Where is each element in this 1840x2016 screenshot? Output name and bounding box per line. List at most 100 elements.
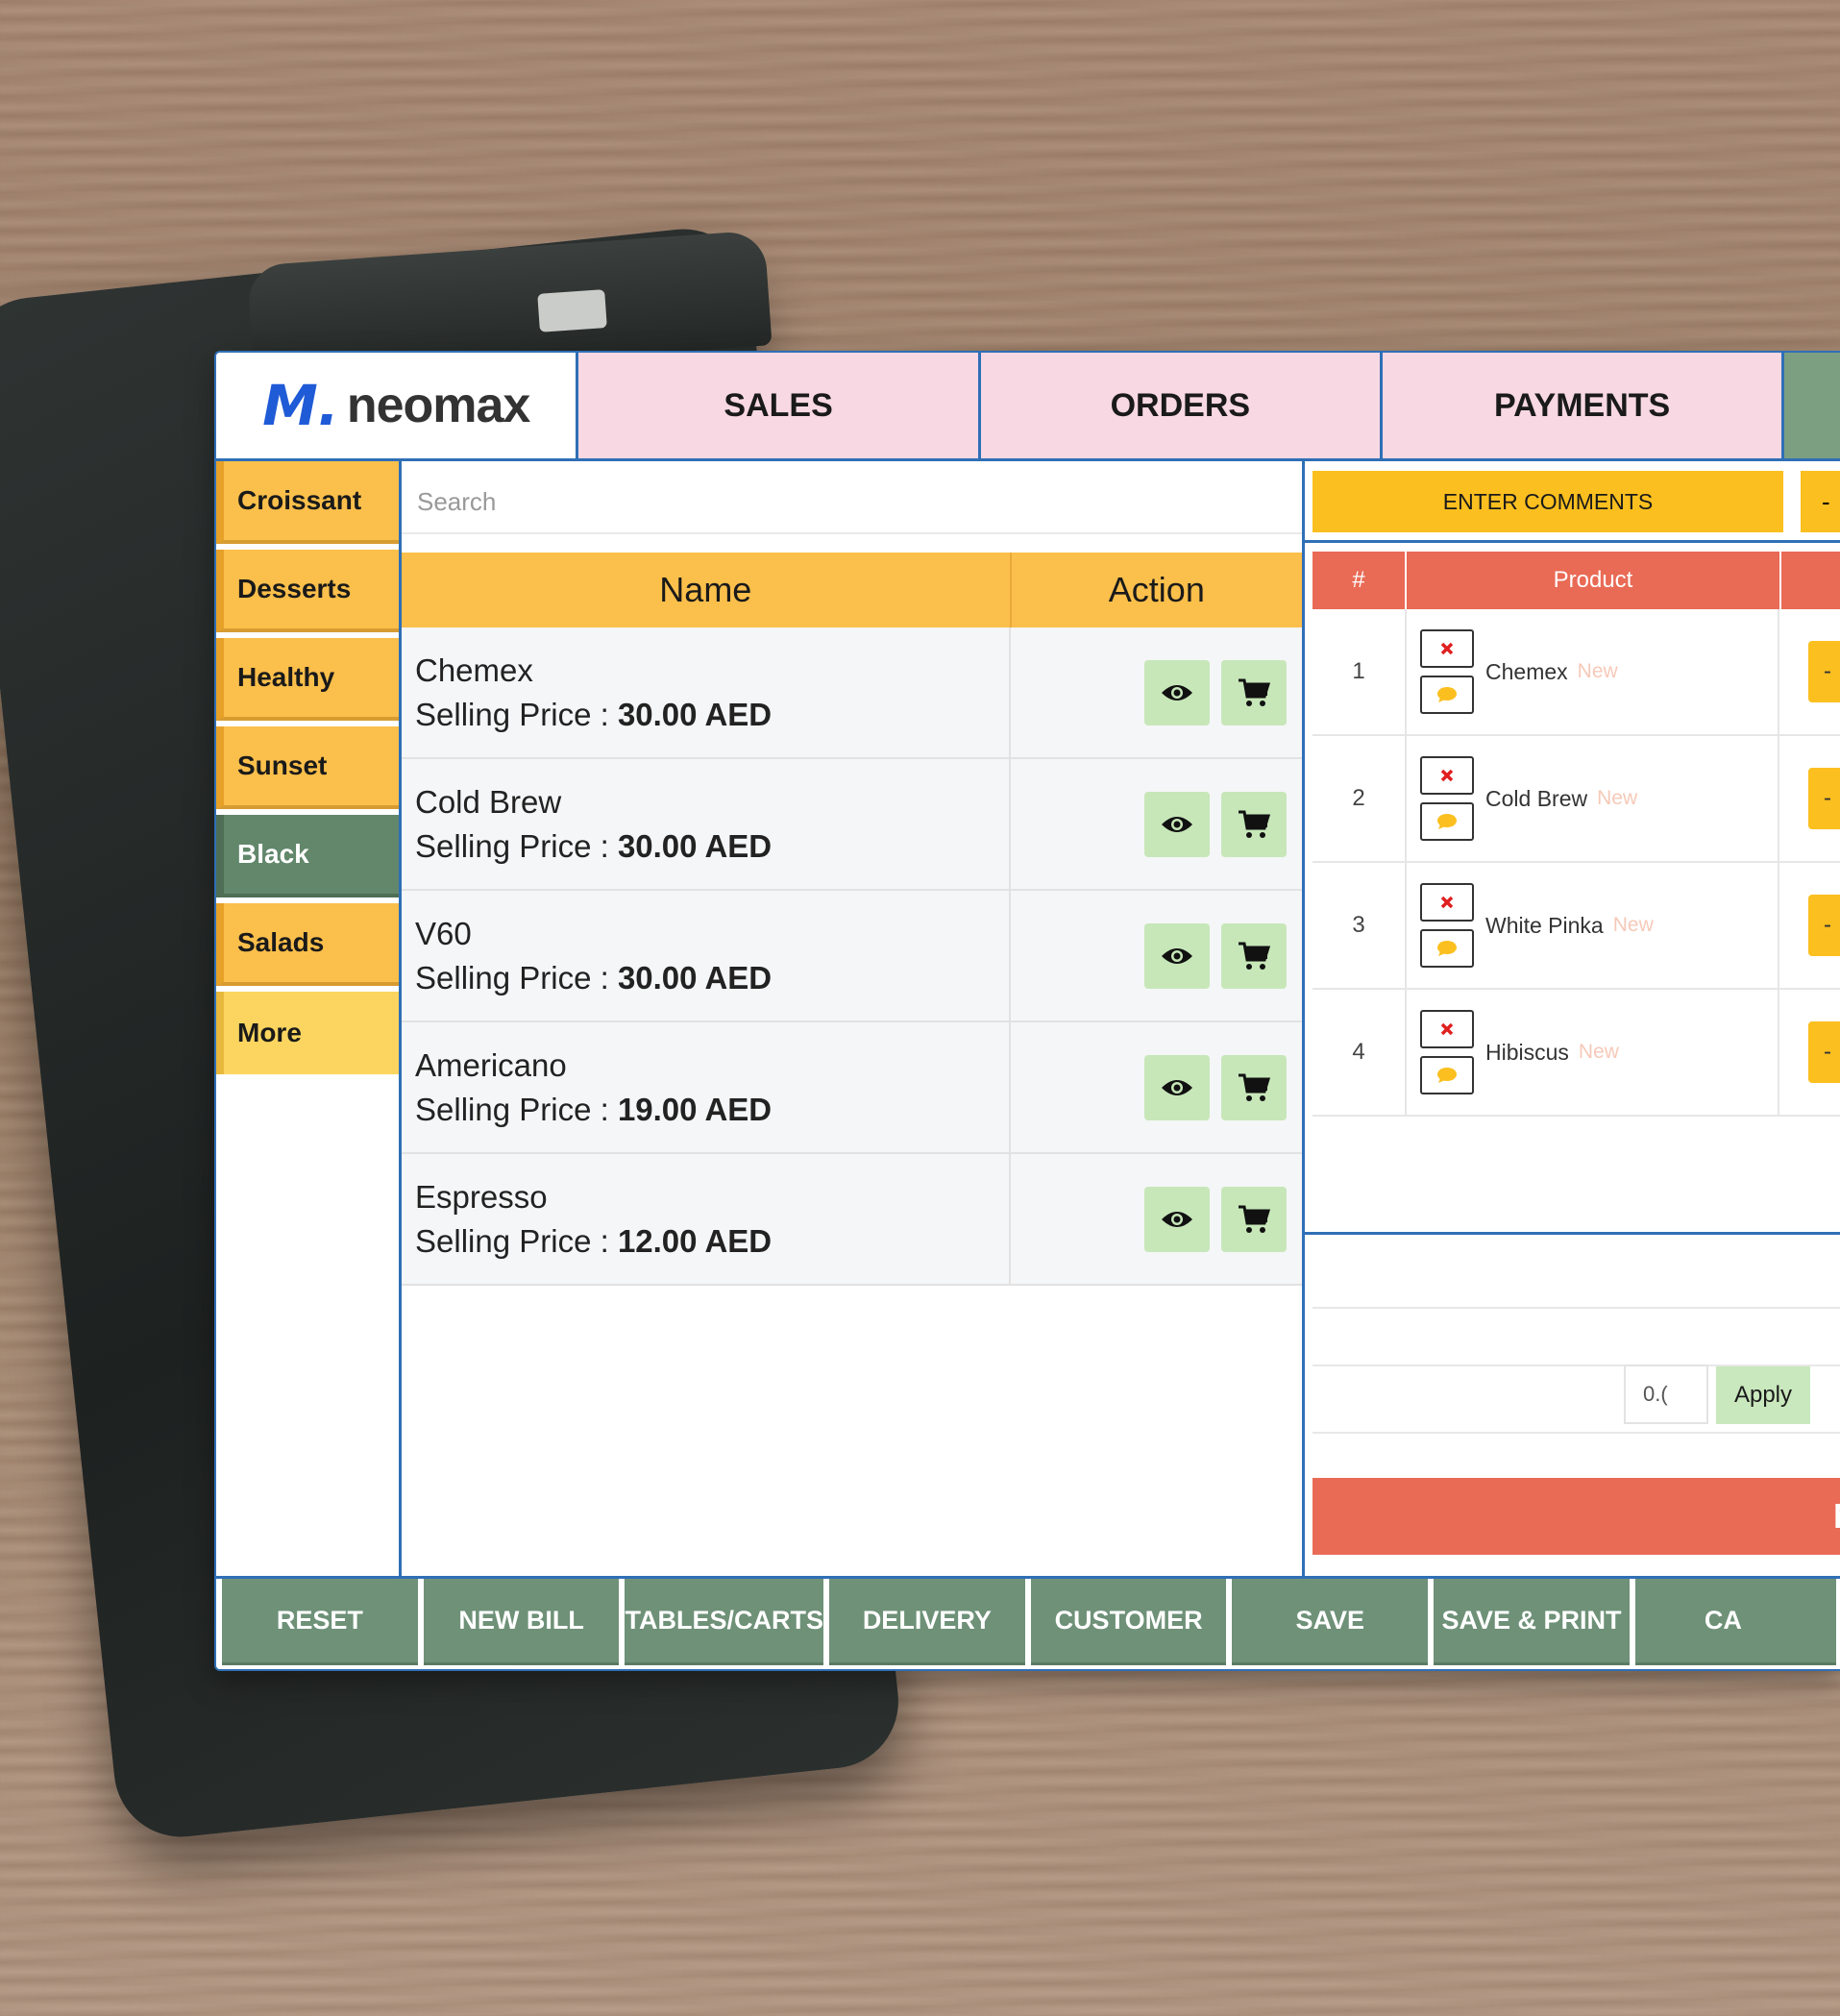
search-input[interactable]: Search (402, 471, 1302, 534)
new-badge: New (1597, 787, 1638, 809)
tab-more-cut-off[interactable] (1784, 353, 1840, 458)
add-to-cart-button[interactable] (1221, 1186, 1287, 1252)
product-row: Espresso Selling Price : 12.00 AED (402, 1154, 1302, 1286)
view-button[interactable] (1144, 791, 1210, 857)
tab-sales[interactable]: SALES (578, 353, 981, 458)
discount-input[interactable]: 0.( (1624, 1364, 1708, 1424)
view-button[interactable] (1144, 1186, 1210, 1252)
enter-comments-button[interactable]: ENTER COMMENTS (1313, 471, 1783, 532)
close-icon (1440, 896, 1454, 909)
reset-button[interactable]: RESET (222, 1579, 418, 1665)
product-price: Selling Price : 30.00 AED (415, 697, 1009, 733)
decrease-quantity-button[interactable]: - (1808, 768, 1840, 829)
decrease-quantity-button[interactable]: - (1808, 895, 1840, 956)
add-note-button[interactable] (1420, 1056, 1474, 1094)
order-row: 2 Cold Brew New - (1313, 736, 1840, 863)
remove-item-button[interactable] (1420, 756, 1474, 795)
remove-item-button[interactable] (1420, 883, 1474, 922)
add-to-cart-button[interactable] (1221, 922, 1287, 989)
order-row: 1 Chemex New - (1313, 609, 1840, 736)
logo-mark: M. (262, 373, 339, 438)
order-row-number: 1 (1313, 609, 1407, 734)
view-button[interactable] (1144, 1054, 1210, 1120)
logo-wordmark: neomax (346, 378, 531, 433)
eye-icon (1162, 947, 1192, 964)
price-value: 30.00 AED (617, 959, 773, 996)
category-black[interactable]: Black (216, 815, 399, 897)
order-product-name: Chemex (1485, 658, 1568, 684)
view-button[interactable] (1144, 659, 1210, 725)
product-row: Chemex Selling Price : 30.00 AED (402, 627, 1302, 759)
category-healthy[interactable]: Healthy (216, 638, 399, 721)
column-header-product: Product (1407, 552, 1781, 609)
category-salads[interactable]: Salads (216, 903, 399, 986)
product-row: Cold Brew Selling Price : 30.00 AED (402, 759, 1302, 891)
order-product-name: White Pinka (1485, 912, 1604, 938)
eye-icon (1162, 816, 1192, 832)
view-button[interactable] (1144, 922, 1210, 989)
apply-button[interactable]: Apply (1716, 1366, 1810, 1424)
tab-orders[interactable]: ORDERS (980, 353, 1383, 458)
add-note-button[interactable] (1420, 929, 1474, 968)
remove-item-button[interactable] (1420, 629, 1474, 668)
product-price: Selling Price : 30.00 AED (415, 960, 1009, 996)
save-and-print-button[interactable]: SAVE & PRINT (1434, 1579, 1630, 1665)
product-table: Name Action Chemex Selling Price : 30.00… (402, 553, 1302, 1286)
product-name: Chemex (415, 652, 533, 688)
product-name: Cold Brew (415, 783, 562, 820)
product-name: V60 (415, 915, 472, 951)
collapse-button[interactable]: - (1801, 471, 1840, 532)
order-row: 3 White Pinka New - (1313, 863, 1840, 990)
add-to-cart-button[interactable] (1221, 791, 1287, 857)
new-bill-button[interactable]: NEW BILL (423, 1579, 620, 1665)
decrease-quantity-button[interactable]: - (1808, 1021, 1840, 1083)
delivery-button[interactable]: DELIVERY (828, 1579, 1025, 1665)
column-header-action: Action (1108, 570, 1205, 609)
product-row: V60 Selling Price : 30.00 AED (402, 891, 1302, 1022)
price-label: Selling Price : (415, 1222, 618, 1259)
background-terminal-slot (537, 289, 607, 332)
price-label: Selling Price : (415, 696, 618, 732)
category-croissant[interactable]: Croissant (216, 461, 399, 544)
comment-icon (1437, 941, 1457, 956)
cart-icon (1239, 942, 1270, 970)
divider (1305, 540, 1840, 543)
cancel-button-cut-off[interactable]: CA (1634, 1579, 1836, 1665)
order-product-name: Cold Brew (1485, 785, 1588, 811)
remove-item-button[interactable] (1420, 1010, 1474, 1048)
cart-icon (1239, 810, 1270, 838)
price-label: Selling Price : (415, 959, 618, 996)
add-to-cart-button[interactable] (1221, 1054, 1287, 1120)
comment-icon (1437, 814, 1457, 829)
order-product-name: Hibiscus (1485, 1039, 1569, 1065)
category-desserts[interactable]: Desserts (216, 550, 399, 632)
new-badge: New (1612, 914, 1654, 936)
eye-icon (1162, 684, 1192, 701)
bottom-action-bar: RESET NEW BILL TABLES/CARTS DELIVERY CUS… (216, 1576, 1840, 1669)
tables-carts-button[interactable]: TABLES/CARTS (625, 1579, 823, 1665)
divider (1313, 1432, 1840, 1434)
product-row: Americano Selling Price : 19.00 AED (402, 1022, 1302, 1154)
add-note-button[interactable] (1420, 676, 1474, 714)
category-sunset[interactable]: Sunset (216, 726, 399, 809)
decrease-quantity-button[interactable]: - (1808, 641, 1840, 702)
divider (1313, 1307, 1840, 1309)
pos-app-window: M. neomax SALES ORDERS PAYMENTS Croissan… (214, 351, 1840, 1671)
new-badge: New (1578, 1041, 1619, 1063)
category-sidebar: Croissant Desserts Healthy Sunset Black … (216, 461, 402, 1576)
add-note-button[interactable] (1420, 802, 1474, 841)
close-icon (1440, 769, 1454, 782)
cart-icon (1239, 1073, 1270, 1101)
close-icon (1440, 1022, 1454, 1036)
new-badge: New (1577, 660, 1618, 682)
tab-payments[interactable]: PAYMENTS (1382, 353, 1785, 458)
customer-button[interactable]: CUSTOMER (1030, 1579, 1227, 1665)
pay-button[interactable]: N (1313, 1478, 1840, 1555)
add-to-cart-button[interactable] (1221, 659, 1287, 725)
category-more[interactable]: More (216, 992, 399, 1074)
save-button[interactable]: SAVE (1232, 1579, 1429, 1665)
eye-icon (1162, 1211, 1192, 1227)
order-table: # Product 1 Chemex New - 2 Cold Brew New… (1313, 552, 1840, 1128)
price-value: 30.00 AED (617, 696, 773, 732)
product-price: Selling Price : 30.00 AED (415, 828, 1009, 865)
